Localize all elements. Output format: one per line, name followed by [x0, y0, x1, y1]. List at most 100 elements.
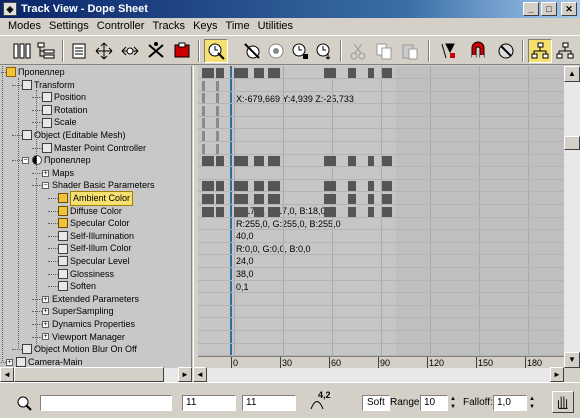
- key-block[interactable]: [348, 206, 356, 217]
- tree-item[interactable]: Diffuse Color: [58, 205, 122, 218]
- tree-item[interactable]: Scale: [42, 116, 77, 129]
- key-block[interactable]: [324, 181, 336, 192]
- key-block[interactable]: [268, 194, 280, 204]
- current-frame-field[interactable]: 11: [182, 395, 236, 411]
- key-mark[interactable]: [216, 105, 219, 116]
- key-block[interactable]: [268, 68, 280, 78]
- tree-item[interactable]: Пропеллер: [6, 66, 65, 79]
- tree-item[interactable]: Specular Color: [58, 217, 130, 230]
- tree-item[interactable]: Specular Level: [58, 255, 130, 268]
- slide-keys-icon[interactable]: [118, 39, 142, 63]
- menu-modes[interactable]: Modes: [4, 20, 45, 32]
- key-block[interactable]: [254, 181, 264, 192]
- key-block[interactable]: [216, 194, 224, 204]
- key-block[interactable]: [324, 194, 336, 204]
- scroll-thumb[interactable]: [564, 136, 580, 150]
- tree-item[interactable]: Object (Editable Mesh): [22, 129, 126, 142]
- key-mark[interactable]: [216, 131, 219, 141]
- tree-item[interactable]: Soften: [58, 280, 96, 293]
- tree-item[interactable]: Self-Illumination: [58, 230, 134, 243]
- key-block[interactable]: [254, 194, 264, 204]
- paste-icon[interactable]: [398, 39, 422, 63]
- key-block[interactable]: [368, 181, 374, 192]
- minimize-button[interactable]: _: [523, 2, 539, 16]
- menu-keys[interactable]: Keys: [189, 20, 221, 32]
- key-block[interactable]: [382, 156, 392, 167]
- expand-icon[interactable]: +: [42, 333, 49, 341]
- key-block[interactable]: [254, 206, 264, 217]
- key-block[interactable]: [348, 194, 356, 204]
- key-block[interactable]: [202, 156, 214, 167]
- key-mark[interactable]: [202, 118, 205, 129]
- tree-item[interactable]: Object Motion Blur On Off: [22, 343, 137, 356]
- key-block[interactable]: [368, 156, 374, 167]
- maximize-button[interactable]: □: [541, 2, 557, 16]
- key-block[interactable]: [234, 156, 248, 167]
- key-block[interactable]: [324, 156, 336, 167]
- tree-item[interactable]: Ambient Color: [58, 191, 134, 206]
- expand-icon[interactable]: +: [42, 169, 49, 177]
- key-block[interactable]: [382, 194, 392, 204]
- time-slider-line[interactable]: [230, 66, 232, 356]
- show-keyable-icon[interactable]: [494, 39, 518, 63]
- filter-icon[interactable]: [10, 39, 34, 63]
- scroll-down-icon[interactable]: ▼: [564, 352, 580, 368]
- key-mark[interactable]: [202, 131, 205, 141]
- key-mark[interactable]: [202, 143, 205, 154]
- key-block[interactable]: [202, 68, 214, 78]
- key-block[interactable]: [216, 68, 224, 78]
- key-block[interactable]: [348, 181, 356, 192]
- key-block[interactable]: [348, 156, 356, 167]
- key-block[interactable]: [254, 156, 264, 167]
- zoom-hand-icon[interactable]: [553, 39, 577, 63]
- close-button[interactable]: ✕: [561, 2, 577, 16]
- key-mark[interactable]: [202, 93, 205, 104]
- tree-hscrollbar[interactable]: ◄ ►: [0, 367, 192, 382]
- end-frame-field[interactable]: 11: [242, 395, 296, 411]
- key-mark[interactable]: [216, 93, 219, 104]
- tree-scroll-left-icon[interactable]: ◄: [0, 367, 14, 382]
- expand-icon[interactable]: +: [42, 308, 49, 316]
- expand-icon[interactable]: +: [6, 358, 13, 366]
- key-block[interactable]: [368, 206, 374, 217]
- zoom-region-icon[interactable]: [14, 393, 36, 413]
- move-keys-icon[interactable]: [92, 39, 116, 63]
- scale-time-icon[interactable]: [170, 39, 194, 63]
- snap-icon[interactable]: [466, 39, 490, 63]
- soft-selection-button[interactable]: Soft: [362, 395, 390, 411]
- tree-item[interactable]: + Viewport Manager: [42, 331, 125, 344]
- tree-item[interactable]: + Dynamics Properties: [42, 318, 135, 331]
- menu-settings[interactable]: Settings: [45, 20, 93, 32]
- range-input[interactable]: 10: [420, 395, 448, 411]
- key-block[interactable]: [382, 68, 392, 78]
- menu-utilities[interactable]: Utilities: [254, 20, 297, 32]
- select-time-icon[interactable]: [204, 39, 228, 63]
- exclude-range-icon[interactable]: [312, 39, 336, 63]
- dope-hscrollbar[interactable]: ◄ ►: [193, 367, 564, 382]
- tree-item[interactable]: + SuperSampling: [42, 305, 114, 318]
- tree-item[interactable]: Rotation: [42, 104, 88, 117]
- time-ruler[interactable]: 0 30 60 90 120 150 180: [198, 356, 564, 369]
- key-mark[interactable]: [216, 143, 219, 154]
- key-block[interactable]: [216, 156, 224, 167]
- expand-icon[interactable]: +: [42, 295, 49, 303]
- falloff-input[interactable]: 1,0: [493, 395, 527, 411]
- key-block[interactable]: [202, 206, 214, 217]
- menu-time[interactable]: Time: [222, 20, 254, 32]
- key-block[interactable]: [234, 194, 248, 204]
- tree-item[interactable]: Transform: [22, 79, 75, 92]
- menu-controller[interactable]: Controller: [93, 20, 149, 32]
- copy-icon[interactable]: [372, 39, 396, 63]
- key-block[interactable]: [348, 68, 356, 78]
- key-block[interactable]: [368, 194, 374, 204]
- key-block[interactable]: [268, 206, 280, 217]
- key-block[interactable]: [216, 181, 224, 192]
- tree-hscroll-thumb[interactable]: [14, 367, 164, 382]
- tree-scroll-right-icon[interactable]: ►: [178, 367, 192, 382]
- vertical-scrollbar[interactable]: ▲ ▼: [564, 66, 580, 368]
- dope-scroll-right-icon[interactable]: ►: [550, 367, 564, 382]
- key-block[interactable]: [382, 181, 392, 192]
- lock-icon[interactable]: [436, 39, 460, 63]
- delete-time-icon[interactable]: [240, 39, 264, 63]
- tree-item[interactable]: + Maps: [42, 167, 74, 180]
